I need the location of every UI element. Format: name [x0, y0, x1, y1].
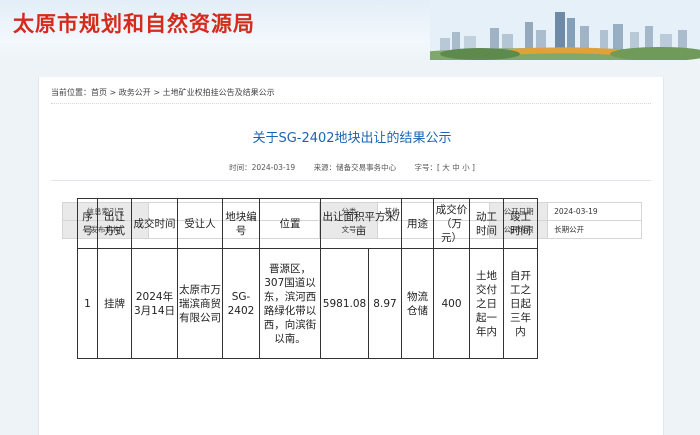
result-table: 序号 出让方式 成交时间 受让人 地块编号 位置 出让面积平方米/亩 用途 成交… — [77, 198, 538, 359]
cell-location: 晋源区，307国道以东，滨河西路绿化带以西，向滨街以南。 — [259, 248, 321, 359]
source-label: 来源： — [313, 163, 337, 172]
breadcrumb-separator: > — [107, 88, 119, 97]
font-size-medium-link[interactable]: 中 — [452, 163, 460, 172]
pubdate-value: 2024-03-19 — [547, 202, 642, 221]
breadcrumb-item-home[interactable]: 首页 — [91, 88, 107, 97]
header-buyer: 受让人 — [177, 198, 223, 249]
article-meta: 时间：2024-03-19 来源：储备交易事务中心 字号：[ 大 中 小 ] — [39, 162, 665, 173]
cell-price: 400 — [433, 248, 470, 359]
header-finish: 竣工时间 — [503, 198, 538, 249]
table-header-row: 序号 出让方式 成交时间 受让人 地块编号 位置 出让面积平方米/亩 用途 成交… — [77, 198, 538, 249]
table-row: 1 挂牌 2024年3月14日 太原市万瑞滨商贸有限公司 SG-2402 晋源区… — [77, 248, 538, 359]
cell-buyer: 太原市万瑞滨商贸有限公司 — [177, 248, 223, 359]
bracket-open: [ — [436, 163, 440, 172]
header-location: 位置 — [259, 198, 321, 249]
cell-finish: 自开工之日起三年内 — [503, 248, 538, 359]
city-skyline-image — [430, 0, 700, 60]
header-no: 序号 — [77, 198, 98, 249]
header-area: 出让面积平方米/亩 — [320, 198, 402, 249]
cell-area-mu: 8.97 — [368, 248, 402, 359]
cell-area-m2: 5981.08 — [320, 248, 369, 359]
site-banner: 太原市规划和自然资源局 — [0, 0, 700, 60]
breadcrumb: 当前位置：首页 > 政务公开 > 土地矿业权拍挂公告及结果公示 — [51, 87, 275, 98]
breadcrumb-prefix: 当前位置： — [51, 88, 91, 97]
header-use: 用途 — [401, 198, 434, 249]
header-method: 出让方式 — [97, 198, 132, 249]
divider — [51, 180, 651, 181]
font-size-large-link[interactable]: 大 — [442, 163, 450, 172]
cell-method: 挂牌 — [97, 248, 132, 359]
cell-no: 1 — [77, 248, 98, 359]
header-start: 动工时间 — [469, 198, 504, 249]
divider — [51, 103, 651, 104]
site-title[interactable]: 太原市规划和自然资源局 — [13, 8, 255, 38]
source-value: 储备交易事务中心 — [336, 163, 397, 172]
article-title: 关于SG-2402地块出让的结果公示 — [252, 131, 452, 146]
header-date: 成交时间 — [131, 198, 178, 249]
header-price: 成交价（万元） — [433, 198, 470, 249]
breadcrumb-item-land-notices[interactable]: 土地矿业权拍挂公告及结果公示 — [163, 88, 275, 97]
time-label: 时间： — [229, 163, 252, 172]
publish-time: 2024-03-19 — [251, 163, 296, 172]
breadcrumb-separator: > — [150, 88, 163, 97]
period-value: 长期公开 — [547, 220, 642, 239]
cell-date: 2024年3月14日 — [131, 248, 178, 359]
font-size-label: 字号： — [414, 163, 437, 172]
cell-parcel: SG-2402 — [222, 248, 260, 359]
font-size-small-link[interactable]: 小 — [462, 163, 470, 172]
header-parcel: 地块编号 — [222, 198, 260, 249]
breadcrumb-item-gov-affairs[interactable]: 政务公开 — [119, 88, 151, 97]
cell-use: 物流仓储 — [401, 248, 434, 359]
bracket-close: ] — [471, 163, 475, 172]
cell-start: 土地交付之日起一年内 — [469, 248, 504, 359]
